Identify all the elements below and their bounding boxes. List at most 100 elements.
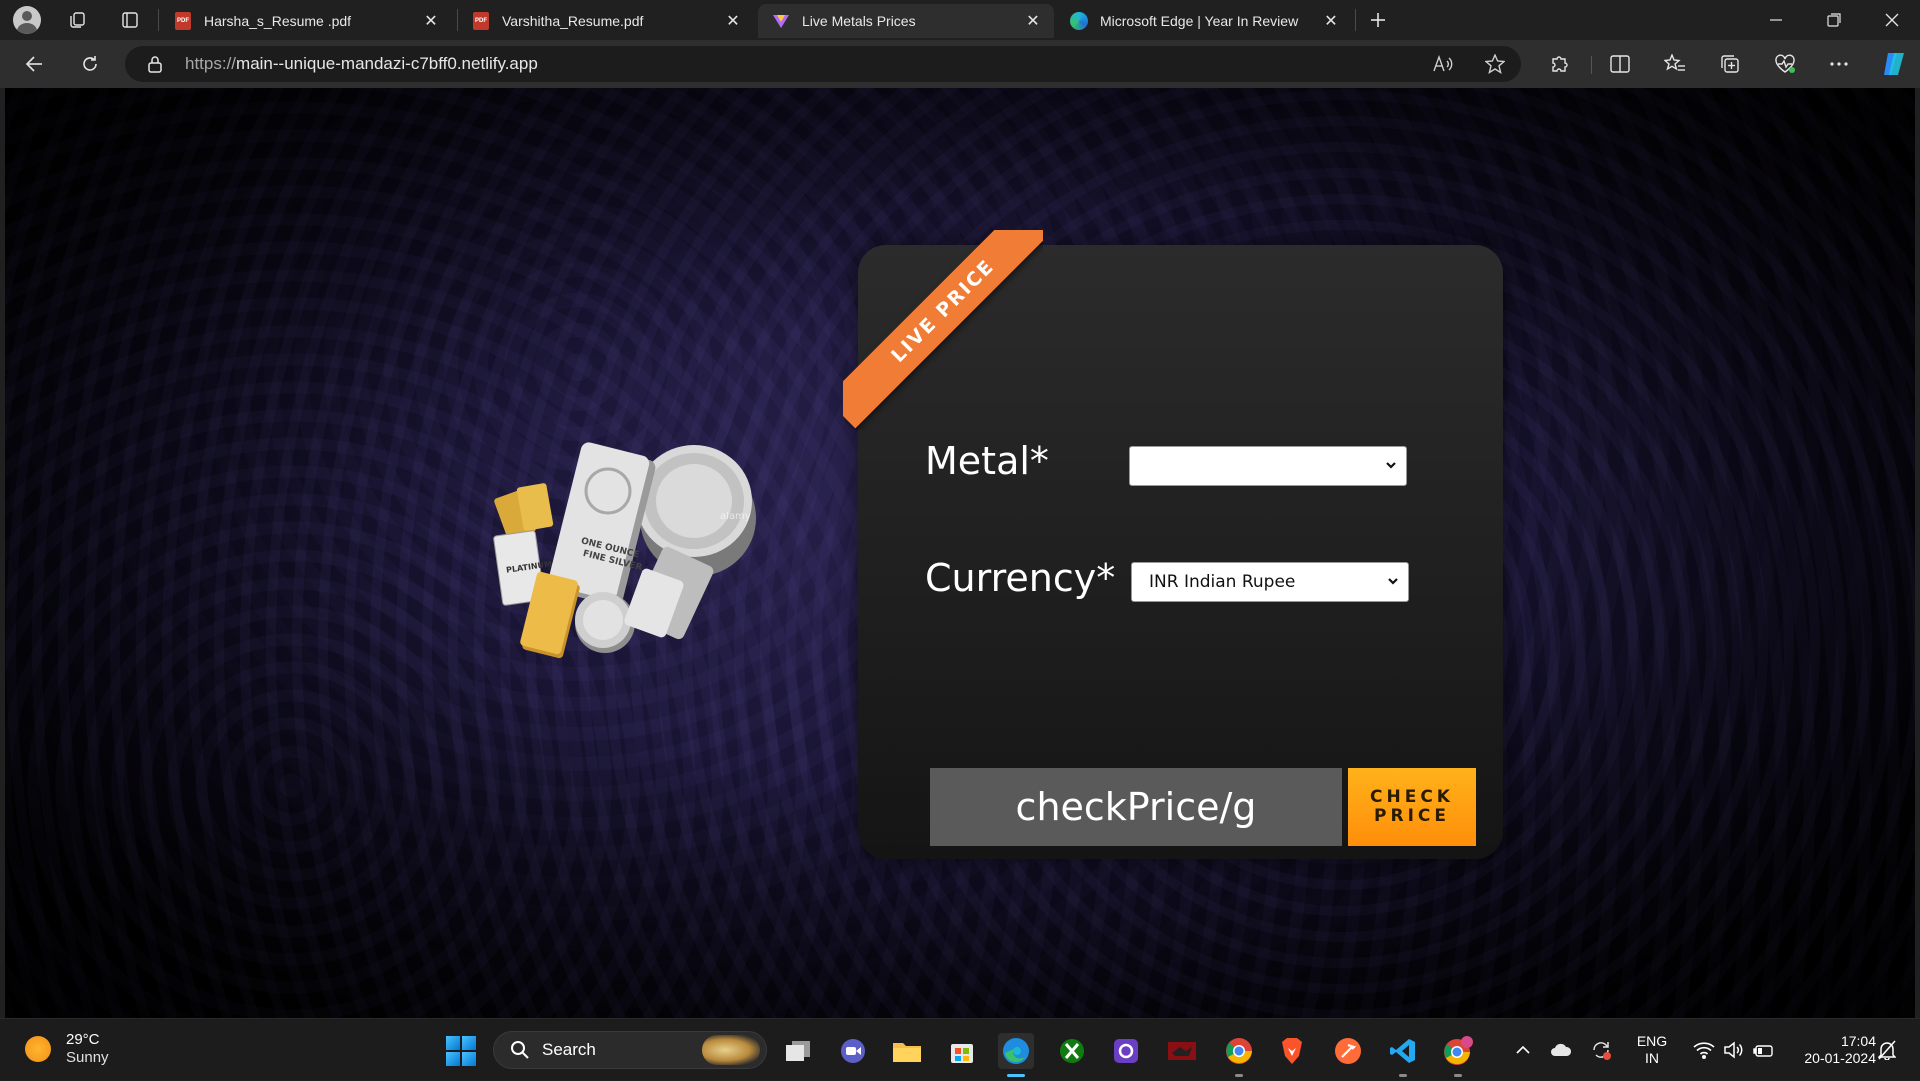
clock[interactable]: 17:04 20-01-2024 bbox=[1780, 1019, 1876, 1081]
split-screen-button[interactable] bbox=[1602, 48, 1638, 80]
tab-actions-icon bbox=[122, 12, 138, 28]
ribbon-container: LIVE PRICE bbox=[843, 230, 1043, 430]
search-label: Search bbox=[542, 1040, 596, 1059]
video-chat-icon bbox=[841, 1039, 865, 1063]
show-hidden-icons-button[interactable] bbox=[1508, 1019, 1538, 1081]
profile-avatar[interactable] bbox=[10, 5, 44, 35]
close-window-button[interactable] bbox=[1864, 0, 1920, 40]
tab-title: Live Metals Prices bbox=[802, 13, 916, 29]
close-tab-icon[interactable]: ✕ bbox=[1024, 12, 1042, 30]
taskbar-edge[interactable] bbox=[998, 1033, 1034, 1077]
metal-select[interactable] bbox=[1129, 446, 1407, 486]
restore-button[interactable] bbox=[1806, 0, 1862, 40]
url-text[interactable]: https://main--unique-mandazi-c7bff0.netl… bbox=[185, 46, 538, 82]
language-region: IN bbox=[1645, 1050, 1659, 1066]
copilot-button[interactable] bbox=[1876, 48, 1912, 80]
live-price-ribbon: LIVE PRICE bbox=[843, 230, 1043, 429]
battery-icon bbox=[1753, 1045, 1773, 1057]
settings-more-button[interactable] bbox=[1821, 48, 1857, 80]
more-icon bbox=[1830, 62, 1848, 66]
close-tab-icon[interactable]: ✕ bbox=[422, 12, 440, 30]
check-price-button[interactable]: CHECK PRICE bbox=[1348, 768, 1476, 846]
language-indicator[interactable]: ENG IN bbox=[1630, 1019, 1674, 1081]
minimize-button[interactable] bbox=[1748, 0, 1804, 40]
windows-taskbar: 29°C Sunny Search ENG IN 17:04 20-01-202… bbox=[0, 1018, 1920, 1080]
notifications-button[interactable] bbox=[1872, 1019, 1902, 1081]
chrome-icon bbox=[1226, 1038, 1252, 1064]
favorites-button[interactable] bbox=[1657, 48, 1693, 80]
cloud-icon bbox=[1551, 1043, 1572, 1056]
taskbar-app-red[interactable] bbox=[1164, 1033, 1200, 1069]
taskbar-meet[interactable] bbox=[835, 1033, 871, 1069]
taskbar-chrome[interactable] bbox=[1221, 1033, 1257, 1077]
sync-icon bbox=[1593, 1042, 1611, 1060]
tab-varshitha-resume[interactable]: PDF Varshitha_Resume.pdf ✕ bbox=[458, 4, 754, 38]
address-bar[interactable]: https://main--unique-mandazi-c7bff0.netl… bbox=[125, 46, 1521, 82]
restore-icon bbox=[1827, 13, 1841, 27]
favorites-list-icon bbox=[1664, 54, 1685, 71]
close-tab-icon[interactable]: ✕ bbox=[724, 12, 742, 30]
taskbar-postman[interactable] bbox=[1330, 1033, 1366, 1069]
onedrive-tray-icon[interactable] bbox=[1546, 1019, 1576, 1081]
chrome-icon bbox=[1444, 1036, 1473, 1065]
workspaces-button[interactable] bbox=[59, 5, 95, 35]
workspaces-icon bbox=[70, 12, 85, 28]
currency-select[interactable]: INR Indian Rupee bbox=[1131, 562, 1409, 602]
back-arrow-icon bbox=[25, 56, 42, 72]
url-host: main--unique-mandazi-c7bff0.netlify.app bbox=[236, 54, 538, 73]
browser-essentials-button[interactable] bbox=[1767, 48, 1803, 80]
taskbar-brave[interactable] bbox=[1274, 1033, 1310, 1069]
browser-tab-bar: PDF Harsha_s_Resume .pdf ✕ PDF Varshitha… bbox=[0, 0, 1920, 40]
plus-icon bbox=[1371, 13, 1385, 27]
weather-widget[interactable]: 29°C Sunny bbox=[25, 1031, 109, 1067]
extensions-button[interactable] bbox=[1541, 48, 1577, 80]
browser-toolbar: https://main--unique-mandazi-c7bff0.netl… bbox=[0, 40, 1920, 88]
url-protocol: https:// bbox=[185, 54, 237, 73]
taskbar-search[interactable]: Search bbox=[493, 1031, 767, 1069]
sun-icon bbox=[25, 1036, 51, 1062]
back-button[interactable] bbox=[16, 48, 52, 80]
tab-edge-year-in-review[interactable]: Microsoft Edge | Year In Review ✕ bbox=[1056, 4, 1352, 38]
taskbar-store[interactable] bbox=[944, 1033, 980, 1069]
read-aloud-icon bbox=[1433, 55, 1453, 72]
taskbar-file-explorer[interactable] bbox=[889, 1033, 925, 1069]
copilot-icon bbox=[1884, 53, 1904, 75]
metals-image: alamy PLATINUM ONE OUNCE FINE SILVER bbox=[493, 442, 756, 659]
collections-button[interactable] bbox=[1712, 48, 1748, 80]
language-code: ENG bbox=[1636, 1033, 1668, 1049]
sync-tray-icon[interactable] bbox=[1586, 1019, 1616, 1081]
weather-condition: Sunny bbox=[66, 1049, 109, 1066]
metal-label: Metal* bbox=[925, 439, 1049, 483]
taskbar-chrome-profile[interactable] bbox=[1440, 1033, 1476, 1077]
tab-title: Microsoft Edge | Year In Review bbox=[1100, 13, 1299, 29]
refresh-button[interactable] bbox=[72, 48, 108, 80]
currency-label: Currency* bbox=[925, 556, 1116, 600]
start-button[interactable] bbox=[446, 1036, 476, 1066]
tab-live-metals-prices[interactable]: Live Metals Prices ✕ bbox=[758, 4, 1054, 38]
taskbar-vscode[interactable] bbox=[1385, 1033, 1421, 1077]
close-tab-icon[interactable]: ✕ bbox=[1322, 12, 1340, 30]
currency-select-value: INR Indian Rupee bbox=[1149, 572, 1296, 592]
pdf-icon: PDF bbox=[174, 12, 192, 30]
app-icon bbox=[1114, 1039, 1138, 1063]
tab-title: Harsha_s_Resume .pdf bbox=[204, 13, 352, 29]
tab-actions-button[interactable] bbox=[112, 5, 148, 35]
quick-settings-button[interactable] bbox=[1684, 1019, 1784, 1081]
task-view-icon bbox=[786, 1041, 810, 1061]
lock-icon[interactable] bbox=[147, 55, 163, 77]
web-page: alamy PLATINUM ONE OUNCE FINE SILVER LIV… bbox=[5, 88, 1915, 1018]
close-icon bbox=[1885, 13, 1899, 27]
task-view-button[interactable] bbox=[780, 1033, 816, 1069]
taskbar-app-purple[interactable] bbox=[1108, 1033, 1144, 1069]
edge-icon bbox=[1003, 1038, 1029, 1064]
store-icon bbox=[951, 1044, 973, 1063]
wifi-icon bbox=[1693, 1042, 1715, 1059]
tab-harsha-resume[interactable]: PDF Harsha_s_Resume .pdf ✕ bbox=[160, 4, 452, 38]
weather-temperature: 29°C bbox=[66, 1031, 100, 1048]
split-screen-icon bbox=[1610, 55, 1630, 73]
new-tab-button[interactable] bbox=[1360, 5, 1396, 35]
favorite-button[interactable] bbox=[1480, 50, 1510, 78]
taskbar-xbox[interactable] bbox=[1054, 1033, 1090, 1069]
read-aloud-button[interactable] bbox=[1428, 50, 1458, 78]
search-icon bbox=[511, 1041, 529, 1059]
